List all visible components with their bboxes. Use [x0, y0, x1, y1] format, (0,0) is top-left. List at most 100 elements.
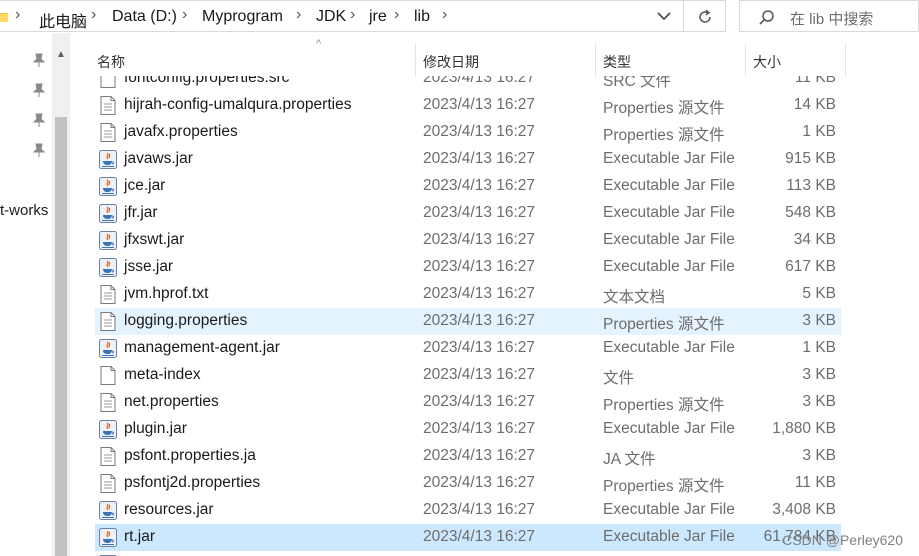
pin-icon[interactable] [33, 113, 45, 127]
file-date: 2023/4/13 16:27 [423, 150, 536, 167]
text-file-icon [99, 312, 117, 331]
breadcrumb-separator[interactable]: › [296, 6, 301, 24]
watermark: CSDN @Perley620 [782, 532, 903, 548]
file-row[interactable]: jsse.jar 2023/4/13 16:27 Executable Jar Fi… [95, 254, 841, 281]
breadcrumb-jre[interactable]: jre [369, 8, 387, 26]
file-size: 113 KB [786, 177, 836, 194]
file-date: 2023/4/13 16:27 [423, 123, 536, 140]
file-row[interactable]: net.properties 2023/4/13 16:27 Properties … [95, 389, 841, 416]
nav-item-label[interactable]: t-works [0, 202, 48, 219]
breadcrumb-drive[interactable]: Data (D:) [112, 8, 177, 26]
address-bar[interactable]: › 此电脑 › Data (D:) › Myprogram › JDK › jr… [0, 0, 684, 32]
search-box[interactable]: 在 lib 中搜索 [739, 0, 919, 32]
file-type: Executable Jar File [603, 528, 735, 545]
column-header-date[interactable]: 修改日期 [423, 52, 479, 72]
pin-icon[interactable] [33, 143, 45, 157]
file-row[interactable]: meta-index 2023/4/13 16:27 文件 3 KB [95, 362, 841, 389]
generic-file-icon [99, 76, 117, 88]
file-name: meta-index [124, 366, 201, 383]
file-row[interactable]: plugin.jar 2023/4/13 16:27 Executable Jar … [95, 416, 841, 443]
column-divider[interactable] [745, 44, 746, 76]
java-jar-icon [99, 204, 117, 223]
file-name: net.properties [124, 393, 219, 410]
file-date: 2023/4/13 16:27 [423, 474, 536, 491]
pin-icon[interactable] [33, 53, 45, 67]
text-file-icon [99, 474, 117, 493]
file-type: Executable Jar File [603, 231, 735, 248]
scroll-up-icon[interactable]: ▲ [56, 49, 66, 60]
text-file-icon [99, 447, 117, 466]
file-row[interactable]: javaws.jar 2023/4/13 16:27 Executable Jar … [95, 146, 841, 173]
sort-ascending-icon: ^ [316, 38, 322, 50]
file-row[interactable]: javafx.properties 2023/4/13 16:27 Properti… [95, 119, 841, 146]
file-row[interactable]: fontconfig.properties.src 2023/4/13 16:27… [95, 76, 841, 92]
nav-scrollbar[interactable]: ▲ [52, 33, 70, 556]
file-size: 3 KB [802, 393, 836, 410]
column-divider[interactable] [415, 44, 416, 76]
file-row[interactable]: logging.properties 2023/4/13 16:27 Propert… [95, 308, 841, 335]
file-date: 2023/4/13 16:27 [423, 258, 536, 275]
java-jar-icon [99, 177, 117, 196]
top-bar: › 此电脑 › Data (D:) › Myprogram › JDK › jr… [0, 0, 919, 33]
file-name: resources.jar [124, 501, 214, 518]
file-name: jfxswt.jar [124, 231, 185, 248]
file-row[interactable]: psfontj2d.properties 2023/4/13 16:27 Prope… [95, 470, 841, 497]
breadcrumb-separator[interactable]: › [182, 6, 187, 24]
file-name: management-agent.jar [124, 339, 280, 356]
chevron-down-icon[interactable] [655, 7, 673, 25]
breadcrumb-lib[interactable]: lib [414, 8, 430, 26]
refresh-button[interactable] [684, 0, 726, 32]
file-size: 548 KB [785, 204, 836, 221]
scrollbar-thumb[interactable] [55, 117, 67, 556]
file-row[interactable]: resources.jar 2023/4/13 16:27 Executable J… [95, 497, 841, 524]
file-row[interactable]: jfr.jar 2023/4/13 16:27 Executable Jar Fil… [95, 200, 841, 227]
file-name: rt.jar [124, 528, 155, 545]
file-type: Executable Jar File [603, 339, 735, 356]
file-row[interactable]: psfont.properties.ja 2023/4/13 16:27 JA 文件… [95, 443, 841, 470]
column-divider[interactable] [845, 44, 846, 76]
breadcrumb-myprogram[interactable]: Myprogram [202, 8, 283, 26]
file-row[interactable]: rt.jar 2023/4/13 16:27 Executable Jar File… [95, 524, 841, 551]
breadcrumb-this-pc[interactable]: 此电脑 [39, 8, 87, 32]
file-row[interactable]: jvm.hprof.txt 2023/4/13 16:27 文本文档 5 KB [95, 281, 841, 308]
file-row[interactable]: jce.jar 2023/4/13 16:27 Executable Jar Fil… [95, 173, 841, 200]
refresh-icon [699, 9, 711, 23]
file-date: 2023/4/13 16:27 [423, 76, 536, 86]
file-row[interactable]: sunrsasign.jar2023/4/13 16:27Properties … [95, 551, 841, 556]
file-row[interactable]: management-agent.jar 2023/4/13 16:27 Execu… [95, 335, 841, 362]
file-date: 2023/4/13 16:27 [423, 312, 536, 329]
file-row[interactable]: hijrah-config-umalqura.properties 2023/4/… [95, 92, 841, 119]
file-type: Executable Jar File [603, 420, 735, 437]
folder-icon [0, 13, 8, 22]
breadcrumb-jdk[interactable]: JDK [316, 8, 346, 26]
search-input[interactable]: 在 lib 中搜索 [790, 8, 873, 29]
text-file-icon [99, 285, 117, 304]
java-jar-icon [99, 420, 117, 439]
column-header-name[interactable]: 名称 [97, 52, 125, 72]
file-size: 11 KB [794, 76, 836, 86]
breadcrumb-separator[interactable]: › [394, 6, 399, 24]
file-type: Properties 源文件 [603, 127, 725, 144]
breadcrumb-separator[interactable]: › [350, 6, 355, 24]
file-size: 3,408 KB [772, 501, 836, 518]
file-type: SRC 文件 [603, 76, 672, 90]
file-size: 3 KB [802, 312, 836, 329]
file-date: 2023/4/13 16:27 [423, 528, 536, 545]
file-name: jfr.jar [124, 204, 158, 221]
file-date: 2023/4/13 16:27 [423, 366, 536, 383]
file-row[interactable]: jfxswt.jar 2023/4/13 16:27 Executable Jar … [95, 227, 841, 254]
breadcrumb-separator[interactable]: › [442, 6, 447, 24]
file-date: 2023/4/13 16:27 [423, 447, 536, 464]
column-header-size[interactable]: 大小 [753, 52, 781, 72]
file-type: 文本文档 [603, 289, 666, 306]
generic-file-icon [99, 366, 117, 385]
text-file-icon [99, 393, 117, 412]
file-name: logging.properties [124, 312, 248, 329]
breadcrumb-separator[interactable]: › [91, 6, 96, 24]
java-jar-icon [99, 150, 117, 169]
column-header-type[interactable]: 类型 [603, 52, 631, 72]
file-date: 2023/4/13 16:27 [423, 177, 536, 194]
file-name: psfontj2d.properties [124, 474, 261, 491]
pin-icon[interactable] [33, 83, 45, 97]
column-divider[interactable] [595, 44, 596, 76]
